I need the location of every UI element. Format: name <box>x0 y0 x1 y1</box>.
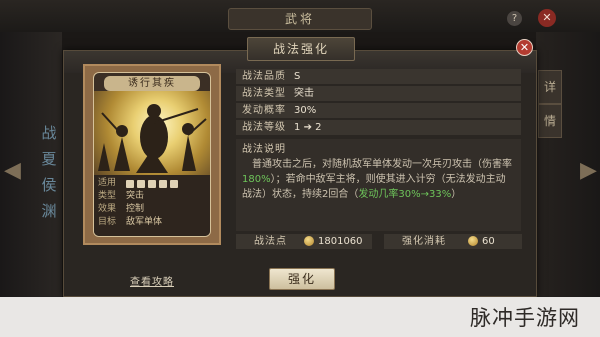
card-info-row-target: 目标 敌军单体 <box>98 216 206 229</box>
attr-value: 30% <box>294 105 317 116</box>
tactic-points-value: 1801060 <box>318 236 363 247</box>
attr-key: 战法等级 <box>242 122 286 133</box>
level-to: 2 <box>315 122 322 133</box>
arrow-right-icon: ➔ <box>303 122 312 133</box>
upgrade-button[interactable]: 强化 <box>269 268 335 290</box>
upgrade-cost: 强化消耗 60 <box>384 234 522 249</box>
upgrade-cost-label: 强化消耗 <box>402 236 446 247</box>
attr-level: 战法等级 1 ➔ 2 <box>236 120 521 135</box>
description-text: 普通攻击之后，对随机敌军单体发动一次兵刃攻击（伤害率180%）；若命中敌军主将，… <box>242 159 512 200</box>
close-icon[interactable]: ✕ <box>516 39 533 56</box>
top-bar-title: 武将 <box>228 8 372 30</box>
general-name-vertical: 战 夏 侯 渊 <box>41 124 57 220</box>
tactic-card-inner: 诱行其疾 适用 类型 突击 效果 控制 目标 敌军单体 <box>93 72 211 237</box>
attr-key: 战法类型 <box>242 88 286 99</box>
background-close-icon[interactable]: ✕ <box>538 9 556 27</box>
dialog-title: 战法强化 <box>247 37 355 61</box>
card-info-row-effect: 效果 控制 <box>98 203 206 216</box>
attr-key: 发动概率 <box>242 105 286 116</box>
attr-level-value: 1 ➔ 2 <box>294 120 322 135</box>
watermark: 脉冲手游网 <box>470 306 580 330</box>
right-arrow-icon[interactable]: ▶ <box>580 158 597 183</box>
card-info-row-type: 类型 突击 <box>98 190 206 203</box>
attr-key: 战法品质 <box>242 71 286 82</box>
attr-quality: 战法品质 S <box>236 69 521 84</box>
description-label: 战法说明 <box>242 144 286 155</box>
level-from: 1 <box>294 122 301 133</box>
spear-icon <box>159 179 167 188</box>
probability-highlight: 发动几率30%→33% <box>358 189 452 200</box>
view-guide-link[interactable]: 查看攻略 <box>130 273 174 288</box>
siege-icon <box>170 179 178 188</box>
troop-type-icons <box>126 177 206 190</box>
card-info-value: 突击 <box>126 191 145 201</box>
warriors-art-icon <box>98 104 207 173</box>
tactic-upgrade-dialog: 战法强化 ✕ 诱行其疾 适用 类型 突击 效果 控制 目标 敌军单体 战法品质 … <box>63 37 537 298</box>
card-info-value: 敌军单体 <box>126 217 163 227</box>
upgrade-cost-value: 60 <box>482 236 495 247</box>
tactic-points: 战法点 1801060 <box>236 234 372 249</box>
left-arrow-icon[interactable]: ◀ <box>4 158 21 183</box>
tactic-card: 诱行其疾 适用 类型 突击 效果 控制 目标 敌军单体 <box>83 64 221 245</box>
attr-value: S <box>294 71 301 82</box>
bow-icon <box>148 179 156 188</box>
card-info-key: 类型 <box>98 191 117 201</box>
card-info-value: 控制 <box>126 204 145 214</box>
help-icon[interactable]: ? <box>507 11 522 26</box>
card-info-key: 效果 <box>98 204 117 214</box>
tab-detail-1[interactable]: 详 <box>538 70 562 104</box>
attr-probability: 发动概率 30% <box>236 103 521 118</box>
shield-icon <box>137 179 145 188</box>
tab-detail-2[interactable]: 情 <box>538 104 562 138</box>
damage-rate-highlight: 180% <box>242 174 271 185</box>
card-info-key: 目标 <box>98 217 117 227</box>
tactic-card-info: 适用 类型 突击 效果 控制 目标 敌军单体 <box>94 175 210 236</box>
tactic-card-name: 诱行其疾 <box>104 76 200 91</box>
coin-icon <box>468 236 478 246</box>
cavalry-icon <box>126 179 134 188</box>
tactic-description: 战法说明 普通攻击之后，对随机敌军单体发动一次兵刃攻击（伤害率180%）；若命中… <box>236 139 521 231</box>
attr-type: 战法类型 突击 <box>236 86 521 101</box>
coin-icon <box>304 236 314 246</box>
card-info-key: 适用 <box>98 178 117 188</box>
tactic-points-label: 战法点 <box>254 236 287 247</box>
card-info-row-troops: 适用 <box>98 177 206 190</box>
attr-value: 突击 <box>294 88 314 99</box>
tactic-card-art <box>94 91 210 175</box>
